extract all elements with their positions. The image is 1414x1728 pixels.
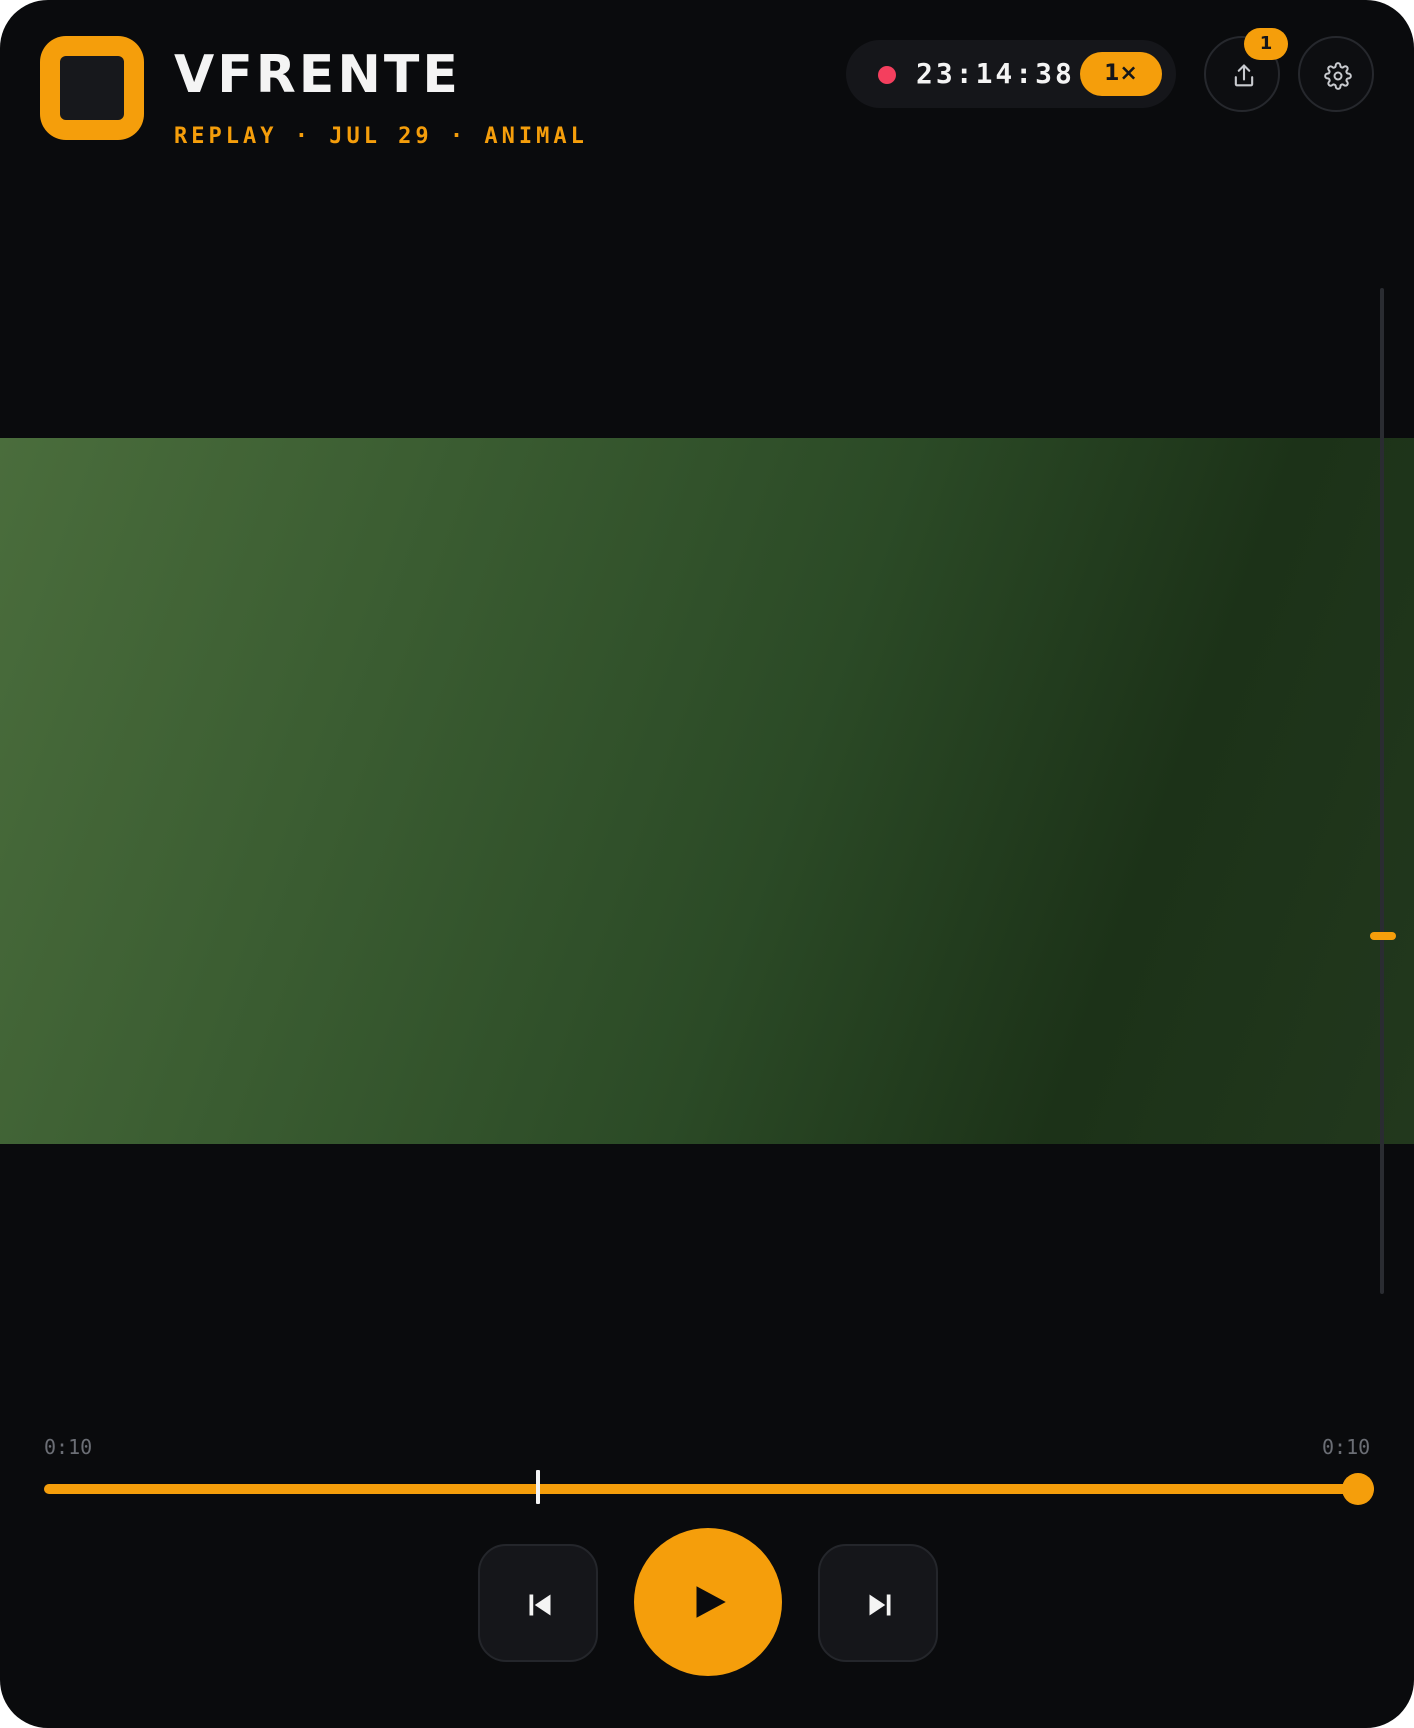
video-frame[interactable]: [0, 438, 1414, 1144]
settings-button[interactable]: [1298, 36, 1374, 112]
playback-speed-button[interactable]: 1×: [1080, 52, 1162, 96]
vertical-scrubber-handle[interactable]: [1370, 932, 1396, 940]
logo-inner-square: [60, 56, 124, 120]
replay-player-app: VFRENTE REPLAY · JUL 29 · ANIMAL 23:14:3…: [0, 0, 1414, 1728]
skip-forward-icon: [869, 1594, 891, 1616]
replay-subtitle: REPLAY · JUL 29 · ANIMAL: [174, 124, 588, 149]
timeline-track[interactable]: [44, 1484, 1374, 1494]
app-logo-square-icon: [40, 36, 144, 140]
status-pill: 23:14:38 1×: [846, 40, 1176, 108]
timeline-progress-fill: [44, 1484, 1374, 1494]
app-title: VFRENTE: [174, 45, 461, 105]
next-button[interactable]: [818, 1544, 938, 1662]
timeline-playhead-handle[interactable]: [1342, 1473, 1374, 1505]
clock-readout: 23:14:38: [916, 57, 1075, 90]
recording-dot-icon: [878, 66, 896, 84]
play-icon: [696, 1586, 726, 1618]
export-count-badge: 1: [1244, 28, 1288, 60]
current-time-label: 0:10: [44, 1435, 93, 1459]
skip-back-icon: [529, 1594, 551, 1616]
timeline-marker[interactable]: [536, 1470, 540, 1504]
play-button[interactable]: [634, 1528, 782, 1676]
share-upload-icon: [1234, 64, 1254, 87]
previous-button[interactable]: [478, 1544, 598, 1662]
total-time-label: 0:10: [1322, 1435, 1371, 1459]
timeline-scrubber[interactable]: [44, 1470, 1374, 1505]
vertical-scrubber-track[interactable]: [1380, 288, 1384, 1294]
gear-icon: [1324, 62, 1352, 90]
